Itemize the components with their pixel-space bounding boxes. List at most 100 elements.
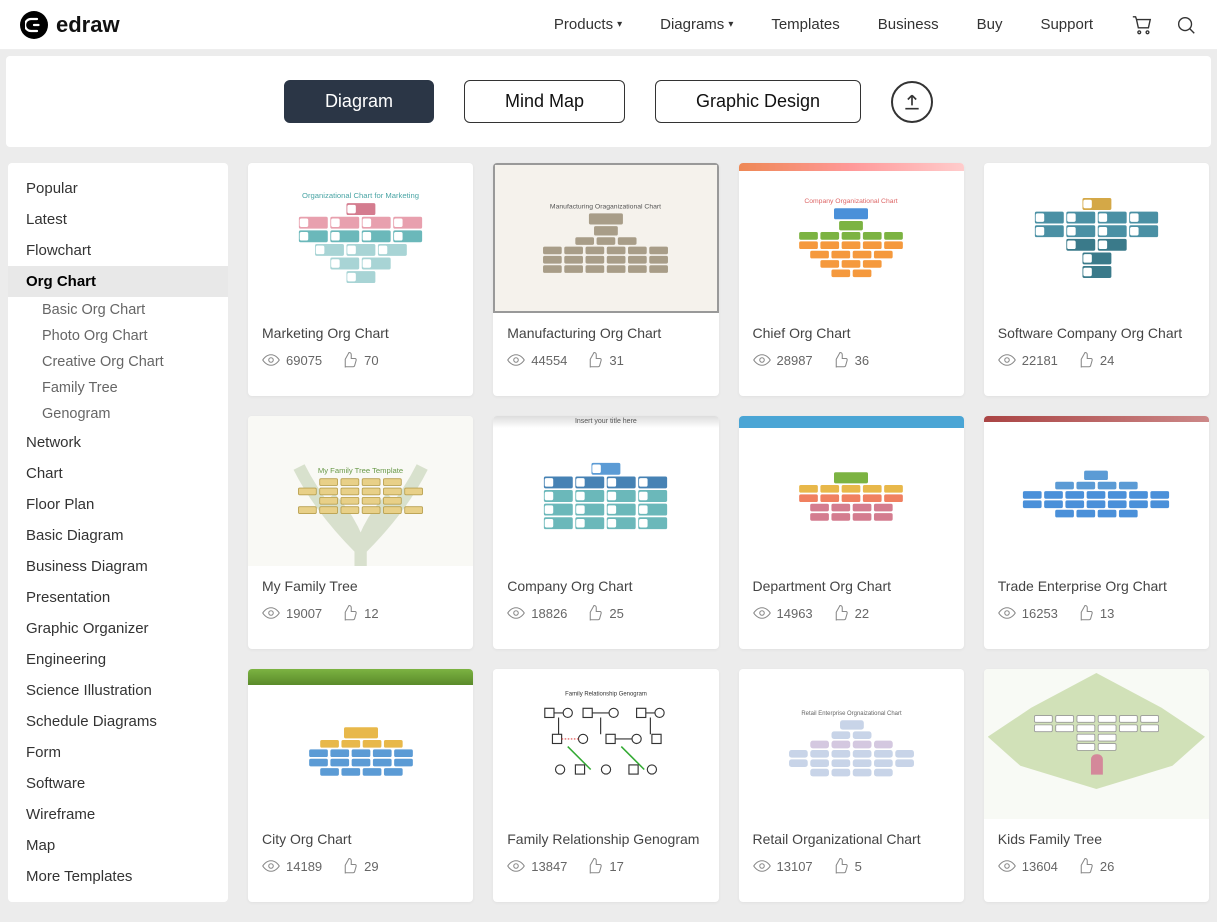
- views-icon: [998, 857, 1016, 875]
- template-title: Kids Family Tree: [998, 831, 1195, 847]
- views-count: 44554: [531, 353, 567, 368]
- likes-icon: [1076, 604, 1094, 622]
- template-thumbnail: Company Organizational Chart: [739, 163, 964, 313]
- sidebar-engineering[interactable]: Engineering: [8, 644, 228, 675]
- sidebar-chart[interactable]: Chart: [8, 458, 228, 489]
- sidebar-schedule-diagrams[interactable]: Schedule Diagrams: [8, 706, 228, 737]
- views-count: 14189: [286, 859, 322, 874]
- sidebar-presentation[interactable]: Presentation: [8, 582, 228, 613]
- template-thumbnail: Matrix Organizational Chart: [739, 416, 964, 566]
- nav-support[interactable]: Support: [1040, 16, 1093, 33]
- sidebar-form[interactable]: Form: [8, 737, 228, 768]
- sidebar-science-illustration[interactable]: Science Illustration: [8, 675, 228, 706]
- likes-count: 26: [1100, 859, 1114, 874]
- upload-button[interactable]: [891, 81, 933, 123]
- tab-mindmap[interactable]: Mind Map: [464, 80, 625, 123]
- template-title: Retail Organizational Chart: [753, 831, 950, 847]
- likes-icon: [1076, 857, 1094, 875]
- sidebar-sub-creative-org-chart[interactable]: Creative Org Chart: [8, 349, 228, 375]
- header: edraw Products ▾ Diagrams▾ Templates Busi…: [0, 0, 1217, 50]
- sidebar-graphic-organizer[interactable]: Graphic Organizer: [8, 613, 228, 644]
- views-icon: [507, 857, 525, 875]
- template-thumbnail: Retail Enterprise Orgnaizational Chart: [739, 669, 964, 819]
- logo[interactable]: edraw: [20, 11, 120, 39]
- tab-graphic-design[interactable]: Graphic Design: [655, 80, 861, 123]
- category-tabs: Diagram Mind Map Graphic Design: [6, 56, 1211, 147]
- sidebar-software[interactable]: Software: [8, 768, 228, 799]
- template-title: Family Relationship Genogram: [507, 831, 704, 847]
- sidebar-more-templates[interactable]: More Templates: [8, 861, 228, 892]
- template-card[interactable]: Trade Enterprise Org Chart 16253 13: [984, 416, 1209, 649]
- template-card[interactable]: Software Company Org Chart 22181 24: [984, 163, 1209, 396]
- template-thumbnail: [984, 416, 1209, 566]
- nav-business[interactable]: Business: [878, 16, 939, 33]
- template-title: Department Org Chart: [753, 578, 950, 594]
- views-icon: [262, 604, 280, 622]
- tab-diagram[interactable]: Diagram: [284, 80, 434, 123]
- sidebar-sub-family-tree[interactable]: Family Tree: [8, 375, 228, 401]
- template-card[interactable]: Organizational Chart for Marketing Marke…: [248, 163, 473, 396]
- sidebar-wireframe[interactable]: Wireframe: [8, 799, 228, 830]
- template-title: Chief Org Chart: [753, 325, 950, 341]
- template-card[interactable]: Kids Family Tree 13604 26: [984, 669, 1209, 902]
- upload-icon: [902, 92, 922, 112]
- search-icon[interactable]: [1175, 14, 1197, 36]
- sidebar-network[interactable]: Network: [8, 427, 228, 458]
- likes-count: 70: [364, 353, 378, 368]
- sidebar-basic-diagram[interactable]: Basic Diagram: [8, 520, 228, 551]
- sidebar-sub-basic-org-chart[interactable]: Basic Org Chart: [8, 297, 228, 323]
- template-card[interactable]: Company Organizational Chart Chief Org C…: [739, 163, 964, 396]
- views-count: 13107: [777, 859, 813, 874]
- template-thumbnail: Organizational Chart for Marketing: [248, 163, 473, 313]
- sidebar-org-chart[interactable]: Org Chart: [8, 266, 228, 297]
- views-icon: [753, 857, 771, 875]
- template-thumbnail: Manufacturing Oraganizational Chart: [493, 163, 718, 313]
- views-icon: [998, 351, 1016, 369]
- sidebar-sub-genogram[interactable]: Genogram: [8, 401, 228, 427]
- cart-icon[interactable]: [1131, 14, 1153, 36]
- template-card[interactable]: Insert your title here Company Org Chart…: [493, 416, 718, 649]
- thumb-title: Manufacturing Oraganizational Chart: [543, 202, 668, 210]
- views-count: 16253: [1022, 606, 1058, 621]
- nav-buy[interactable]: Buy: [977, 16, 1003, 33]
- template-card[interactable]: Matrix Organizational Chart Department O…: [739, 416, 964, 649]
- template-grid: Organizational Chart for Marketing Marke…: [248, 163, 1209, 902]
- nav-products-label: Products: [554, 16, 613, 33]
- likes-count: 24: [1100, 353, 1114, 368]
- views-count: 13604: [1022, 859, 1058, 874]
- template-card[interactable]: Manufacturing Oraganizational Chart Manu…: [493, 163, 718, 396]
- likes-icon: [585, 604, 603, 622]
- sidebar-map[interactable]: Map: [8, 830, 228, 861]
- views-count: 13847: [531, 859, 567, 874]
- template-card[interactable]: My Family Tree Template My Family Tree 1…: [248, 416, 473, 649]
- likes-count: 25: [609, 606, 623, 621]
- thumb-title: Insert your title here: [493, 416, 718, 428]
- template-card[interactable]: Retail Enterprise Orgnaizational Chart R…: [739, 669, 964, 902]
- sidebar-floor-plan[interactable]: Floor Plan: [8, 489, 228, 520]
- sidebar-flowchart[interactable]: Flowchart: [8, 235, 228, 266]
- sidebar-latest[interactable]: Latest: [8, 204, 228, 235]
- views-count: 22181: [1022, 353, 1058, 368]
- template-card[interactable]: Family Relationship Genogram: [493, 669, 718, 902]
- sidebar-sub-photo-org-chart[interactable]: Photo Org Chart: [8, 323, 228, 349]
- views-icon: [753, 604, 771, 622]
- sidebar-popular[interactable]: Popular: [8, 173, 228, 204]
- likes-icon: [831, 857, 849, 875]
- thumb-title: Family Relationship Genogram: [529, 691, 682, 697]
- likes-icon: [831, 604, 849, 622]
- nav-templates[interactable]: Templates: [771, 16, 839, 33]
- thumb-title: Organizational Chart for Marketing: [299, 191, 422, 200]
- nav-products[interactable]: Products ▾: [554, 16, 622, 33]
- views-icon: [262, 857, 280, 875]
- chevron-down-icon: ▾: [617, 19, 622, 30]
- template-title: My Family Tree: [262, 578, 459, 594]
- views-icon: [507, 604, 525, 622]
- sidebar-business-diagram[interactable]: Business Diagram: [8, 551, 228, 582]
- template-card[interactable]: City Org Chart 14189 29: [248, 669, 473, 902]
- likes-icon: [340, 857, 358, 875]
- views-icon: [262, 351, 280, 369]
- chevron-down-icon: ▾: [728, 19, 733, 30]
- views-count: 18826: [531, 606, 567, 621]
- template-title: City Org Chart: [262, 831, 459, 847]
- nav-diagrams[interactable]: Diagrams▾: [660, 16, 733, 33]
